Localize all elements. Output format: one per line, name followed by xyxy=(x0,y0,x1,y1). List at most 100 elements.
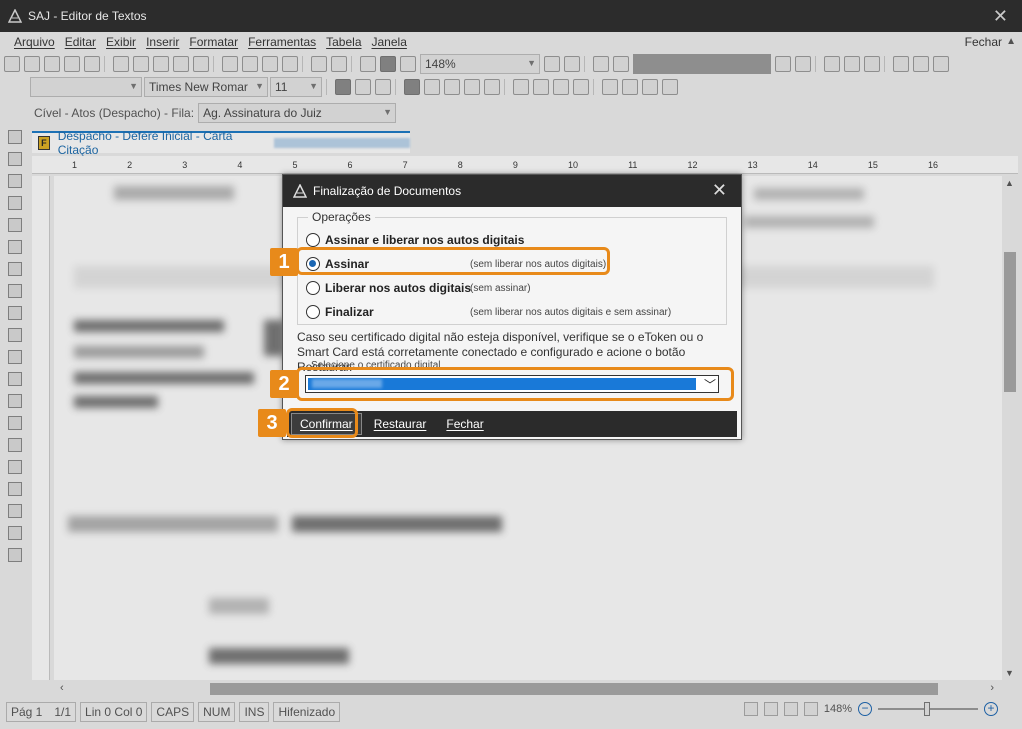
zoom-in-button[interactable]: + xyxy=(984,702,998,716)
menu-fechar[interactable]: Fechar xyxy=(965,35,1002,49)
table-icon[interactable] xyxy=(360,56,376,72)
scroll-left-icon[interactable]: ‹ xyxy=(60,682,64,694)
chevron-up-icon[interactable]: ▲ xyxy=(1006,36,1016,47)
option-release[interactable]: Liberar nos autos digitais (sem assinar) xyxy=(306,279,531,297)
vertical-ruler[interactable] xyxy=(32,176,50,680)
view-page-icon[interactable] xyxy=(763,702,778,716)
font-name-combo[interactable]: Times New Romar ▼ xyxy=(144,77,268,97)
side-tool-icon[interactable] xyxy=(8,152,22,166)
side-tool-icon[interactable] xyxy=(8,218,22,232)
vertical-scrollbar[interactable]: ▲ ▼ xyxy=(1002,176,1018,680)
close-button[interactable]: Fechar xyxy=(438,414,491,434)
scroll-right-icon[interactable]: › xyxy=(990,682,994,694)
preview-icon[interactable] xyxy=(153,56,169,72)
zoom-out-icon[interactable] xyxy=(544,56,560,72)
merge-cells-icon[interactable] xyxy=(775,56,791,72)
decrease-indent-icon[interactable] xyxy=(513,79,529,95)
document-tab[interactable]: F Despacho - Defere Inicial - Carta Cita… xyxy=(32,129,410,157)
side-tool-icon[interactable] xyxy=(8,548,22,562)
align-left-icon[interactable] xyxy=(404,79,420,95)
side-tool-icon[interactable] xyxy=(8,460,22,474)
format-painter-icon[interactable] xyxy=(282,56,298,72)
increase-indent-icon[interactable] xyxy=(533,79,549,95)
insert-row-icon[interactable] xyxy=(824,56,840,72)
side-tool-icon[interactable] xyxy=(8,482,22,496)
spellcheck-icon[interactable] xyxy=(193,56,209,72)
view-web-icon[interactable] xyxy=(783,702,798,716)
table-style-icon[interactable] xyxy=(933,56,949,72)
menu-arquivo[interactable]: Arquivo xyxy=(14,35,55,49)
side-tool-icon[interactable] xyxy=(8,284,22,298)
side-tool-icon[interactable] xyxy=(8,130,22,144)
zoom-out-button[interactable]: − xyxy=(858,702,872,716)
menu-tabela[interactable]: Tabela xyxy=(326,35,361,49)
paragraph-marks-icon[interactable] xyxy=(400,56,416,72)
email-icon[interactable] xyxy=(173,56,189,72)
paste-icon[interactable] xyxy=(262,56,278,72)
side-tool-icon[interactable] xyxy=(8,438,22,452)
queue-combo[interactable]: Ag. Assinatura do Juiz ▼ xyxy=(198,103,397,123)
zoom-slider[interactable] xyxy=(878,702,978,716)
lowercase-icon[interactable] xyxy=(622,79,638,95)
vertical-scroll-thumb[interactable] xyxy=(1004,252,1016,392)
horizontal-scrollbar[interactable]: ‹ › xyxy=(54,681,1002,697)
side-tool-icon[interactable] xyxy=(8,504,22,518)
save-icon[interactable] xyxy=(84,56,100,72)
radio-release[interactable] xyxy=(306,281,320,295)
font-size-combo[interactable]: 11 ▼ xyxy=(270,77,322,97)
side-tool-icon[interactable] xyxy=(8,196,22,210)
cell-props-icon[interactable] xyxy=(913,56,929,72)
dialog-close-icon[interactable]: ✕ xyxy=(712,180,727,201)
side-tool-icon[interactable] xyxy=(8,306,22,320)
horizontal-ruler[interactable]: 1 2 3 4 5 6 7 8 9 10 11 12 13 14 15 16 xyxy=(32,156,1018,174)
print-preview-icon[interactable] xyxy=(133,56,149,72)
strikethrough-icon[interactable] xyxy=(375,79,391,95)
side-tool-icon[interactable] xyxy=(8,174,22,188)
menu-ferramentas[interactable]: Ferramentas xyxy=(248,35,316,49)
cut-icon[interactable] xyxy=(222,56,238,72)
view-normal-icon[interactable] xyxy=(743,702,758,716)
side-tool-icon[interactable] xyxy=(8,328,22,342)
align-center-icon[interactable] xyxy=(424,79,440,95)
delete-row-icon[interactable] xyxy=(864,56,880,72)
insert-column-icon[interactable] xyxy=(844,56,860,72)
zoom-in-icon[interactable] xyxy=(564,56,580,72)
side-tool-icon[interactable] xyxy=(8,526,22,540)
table-props-icon[interactable] xyxy=(893,56,909,72)
line-spacing-icon[interactable] xyxy=(484,79,500,95)
borders-icon[interactable] xyxy=(613,56,629,72)
side-tool-icon[interactable] xyxy=(8,240,22,254)
redo-icon[interactable] xyxy=(331,56,347,72)
view-outline-icon[interactable] xyxy=(803,702,818,716)
window-close-icon[interactable]: ✕ xyxy=(993,6,1008,27)
grid-icon[interactable] xyxy=(593,56,609,72)
side-tool-icon[interactable] xyxy=(8,350,22,364)
justify-icon[interactable] xyxy=(464,79,480,95)
split-cells-icon[interactable] xyxy=(795,56,811,72)
highlight-icon[interactable] xyxy=(553,79,569,95)
new-document-icon[interactable] xyxy=(4,56,20,72)
restore-button[interactable]: Restaurar xyxy=(366,414,435,434)
clear-format-icon[interactable] xyxy=(642,79,658,95)
side-tool-icon[interactable] xyxy=(8,262,22,276)
side-tool-icon[interactable] xyxy=(8,372,22,386)
style-combo[interactable]: ▼ xyxy=(30,77,142,97)
italic-icon[interactable] xyxy=(355,79,371,95)
radio-sign-and-release[interactable] xyxy=(306,233,320,247)
save-as-icon[interactable] xyxy=(64,56,80,72)
horizontal-scroll-thumb[interactable] xyxy=(210,683,938,695)
zoom-combo[interactable]: 148% ▼ xyxy=(420,54,540,74)
special-chars-icon[interactable] xyxy=(662,79,678,95)
radio-finalize[interactable] xyxy=(306,305,320,319)
font-color-icon[interactable] xyxy=(573,79,589,95)
open-icon[interactable] xyxy=(24,56,40,72)
option-finalize[interactable]: Finalizar (sem liberar nos autos digitai… xyxy=(306,303,671,321)
bold-icon[interactable] xyxy=(335,79,351,95)
print-icon[interactable] xyxy=(113,56,129,72)
side-tool-icon[interactable] xyxy=(8,394,22,408)
menu-exibir[interactable]: Exibir xyxy=(106,35,136,49)
scroll-down-icon[interactable]: ▼ xyxy=(1005,668,1014,678)
side-tool-icon[interactable] xyxy=(8,416,22,430)
menu-formatar[interactable]: Formatar xyxy=(189,35,238,49)
zoom-slider-knob[interactable] xyxy=(924,702,930,716)
